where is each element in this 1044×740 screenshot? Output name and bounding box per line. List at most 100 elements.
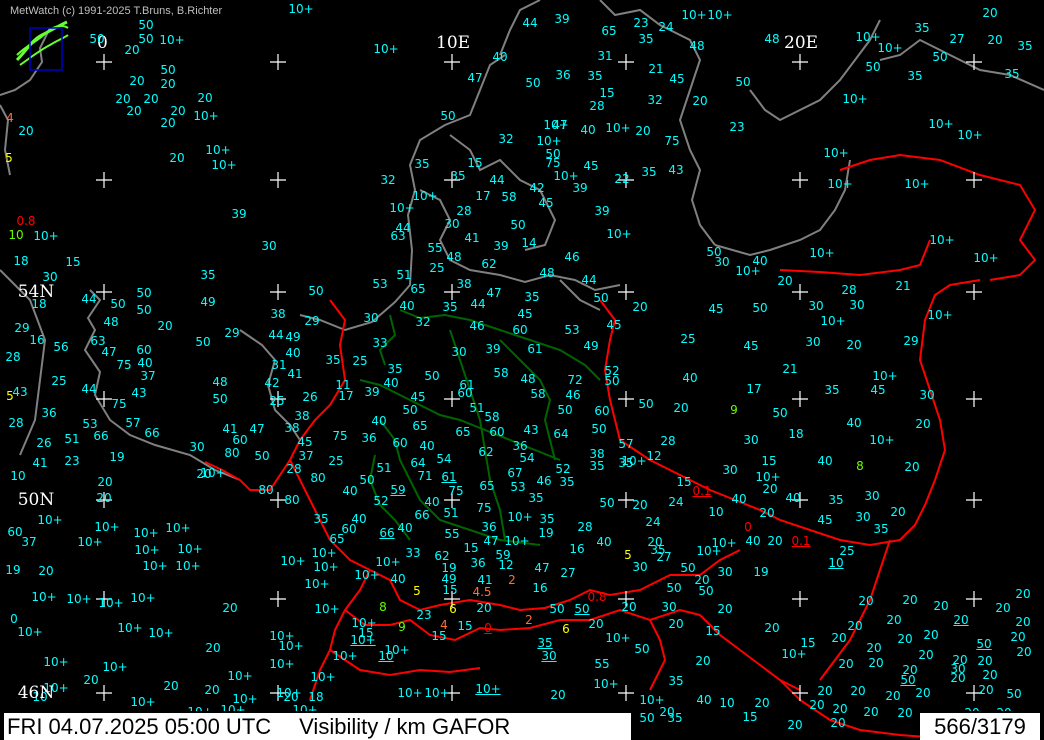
- visibility-observation: 20: [897, 632, 913, 646]
- visibility-observation: 5: [6, 389, 14, 403]
- visibility-observation: 42: [529, 181, 545, 195]
- visibility-observation: 58: [530, 387, 546, 401]
- visibility-observation: 75: [332, 429, 348, 443]
- visibility-observation: 10+: [504, 534, 530, 548]
- visibility-observation: 40: [731, 492, 747, 506]
- visibility-observation: 10+: [957, 128, 983, 142]
- visibility-observation: 10+: [17, 625, 43, 639]
- visibility-observation: 38: [284, 421, 300, 435]
- visibility-observation: 50: [549, 602, 565, 616]
- visibility-observation: 50: [424, 369, 440, 383]
- visibility-observation: 55: [427, 241, 443, 255]
- visibility-observation: 60: [232, 433, 248, 447]
- visibility-observation: 20: [767, 534, 783, 548]
- grid-cross: [966, 591, 982, 607]
- visibility-observation: 50: [932, 50, 948, 64]
- visibility-observation: 19: [109, 450, 125, 464]
- visibility-observation: 75: [111, 397, 127, 411]
- visibility-observation: 15: [599, 86, 615, 100]
- visibility-observation: 10+: [927, 308, 953, 322]
- visibility-observation: 10+: [43, 655, 69, 669]
- visibility-observation: 39: [493, 239, 509, 253]
- visibility-observation: 10+: [605, 121, 631, 135]
- visibility-observation: 46: [536, 474, 552, 488]
- visibility-observation: 39: [554, 12, 570, 26]
- visibility-observation: 38: [270, 307, 286, 321]
- visibility-observation: 72: [567, 373, 583, 387]
- visibility-observation: 35: [539, 512, 555, 526]
- visibility-observation: 20: [978, 683, 994, 697]
- visibility-observation: 65: [601, 24, 617, 38]
- visibility-observation: 20: [124, 43, 140, 57]
- visibility-observation: 50: [735, 75, 751, 89]
- visibility-observation: 50: [865, 60, 881, 74]
- visibility-observation: 10+: [820, 314, 846, 328]
- visibility-observation: 10: [708, 505, 724, 519]
- visibility-observation: 20: [754, 696, 770, 710]
- visibility-observation: 10+: [781, 647, 807, 661]
- visibility-observation: 15: [761, 454, 777, 468]
- visibility-observation: 25: [51, 374, 67, 388]
- grid-cross: [270, 591, 286, 607]
- visibility-observation: 26: [36, 436, 52, 450]
- visibility-observation: 20: [817, 684, 833, 698]
- visibility-observation: 17: [338, 389, 354, 403]
- visibility-observation: 40: [285, 346, 301, 360]
- visibility-observation: 37: [21, 535, 37, 549]
- visibility-observation: 40: [785, 491, 801, 505]
- visibility-observation: 58: [493, 366, 509, 380]
- visibility-observation: 51: [443, 506, 459, 520]
- visibility-observation: 10+: [904, 177, 930, 191]
- visibility-observation: 36: [481, 520, 497, 534]
- visibility-observation: 50: [976, 637, 992, 651]
- visibility-observation: 40: [424, 495, 440, 509]
- visibility-observation: 45: [606, 318, 622, 332]
- visibility-observation: 20: [982, 6, 998, 20]
- visibility-observation: 43: [668, 163, 684, 177]
- visibility-observation: 46: [565, 388, 581, 402]
- visibility-observation: 47: [101, 345, 117, 359]
- visibility-observation: 44: [81, 292, 97, 306]
- visibility-observation: 25: [269, 394, 285, 408]
- visibility-observation: 20: [759, 506, 775, 520]
- visibility-observation: 20: [995, 601, 1011, 615]
- visibility-observation: 35: [559, 475, 575, 489]
- visibility-observation: 50: [89, 32, 105, 46]
- visibility-observation: 28: [577, 520, 593, 534]
- visibility-observation: 10+: [332, 649, 358, 663]
- visibility-observation: 10+: [681, 8, 707, 22]
- visibility-observation: 49: [583, 339, 599, 353]
- visibility-observation: 50: [254, 449, 270, 463]
- visibility-observation: 10+: [288, 2, 314, 16]
- visibility-observation: 62: [481, 257, 497, 271]
- visibility-observation: 30: [661, 600, 677, 614]
- visibility-observation: 10+: [31, 590, 57, 604]
- visibility-observation: 58: [501, 190, 517, 204]
- visibility-observation: 65: [412, 419, 428, 433]
- station-count-label: 566/3179: [934, 714, 1026, 739]
- visibility-observation: 40: [397, 521, 413, 535]
- visibility-observation: 55: [594, 657, 610, 671]
- visibility-observation: 47: [534, 561, 550, 575]
- visibility-observation: 27: [949, 32, 965, 46]
- visibility-observation: 20: [1010, 630, 1026, 644]
- grid-cross: [966, 492, 982, 508]
- visibility-observation: 28: [660, 434, 676, 448]
- visibility-observation: 10: [10, 469, 26, 483]
- visibility-observation: 20: [832, 702, 848, 716]
- visibility-observation: 41: [287, 367, 303, 381]
- visibility-observation: 10+: [823, 146, 849, 160]
- visibility-observation: 54: [519, 451, 535, 465]
- visibility-observation: 35: [828, 493, 844, 507]
- visibility-observation: 35: [414, 157, 430, 171]
- visibility-observation: 62: [478, 445, 494, 459]
- visibility-observation: 61: [441, 470, 457, 484]
- visibility-observation: 20: [838, 657, 854, 671]
- visibility-observation: 30: [805, 335, 821, 349]
- visibility-observation: 35: [528, 491, 544, 505]
- visibility-observation: 41: [464, 231, 480, 245]
- visibility-observation: 66: [144, 426, 160, 440]
- visibility-observation: 40: [596, 535, 612, 549]
- visibility-observation: 20: [169, 151, 185, 165]
- visibility-observation: 50: [772, 406, 788, 420]
